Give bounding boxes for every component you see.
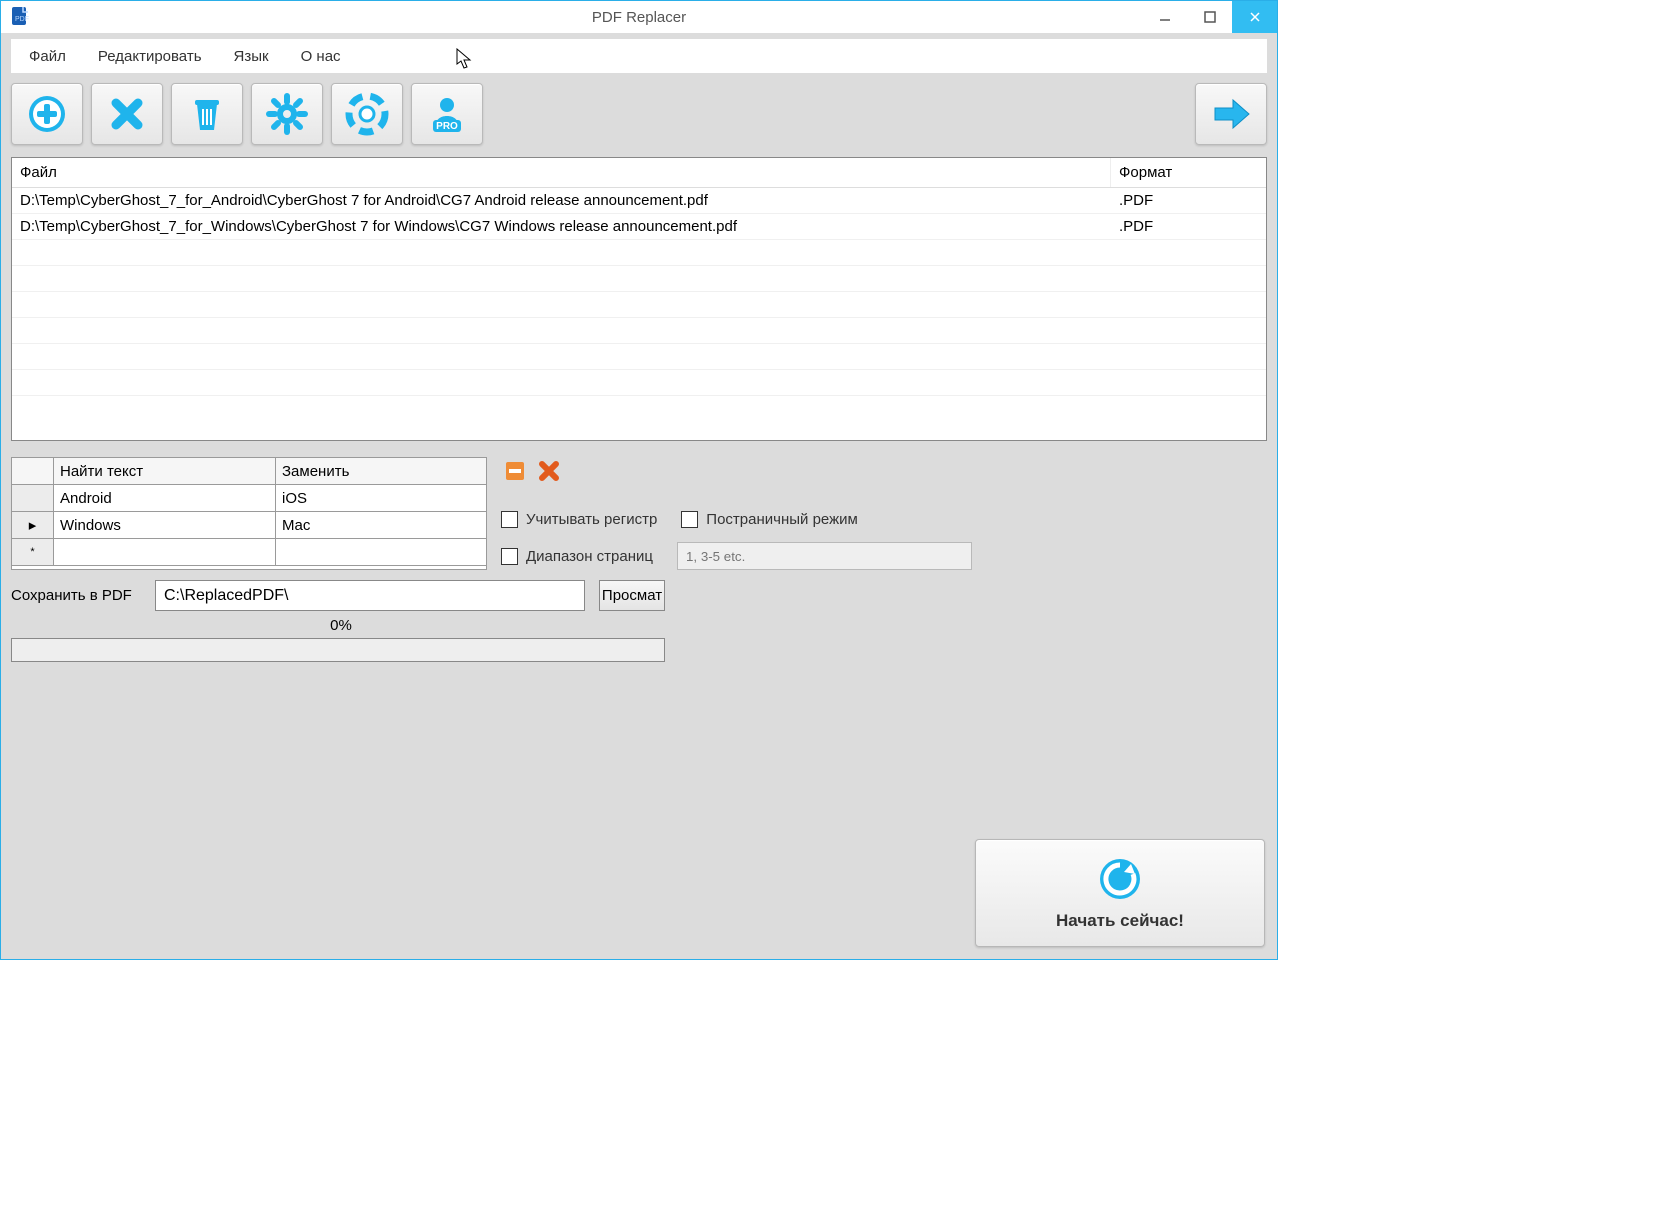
refresh-icon: [1097, 856, 1143, 907]
table-row[interactable]: D:\Temp\CyberGhost_7_for_Windows\CyberGh…: [12, 214, 1266, 240]
find-col-header[interactable]: Найти текст: [54, 458, 276, 485]
svg-text:PRO: PRO: [436, 121, 458, 132]
find-cell[interactable]: Android: [54, 485, 276, 512]
settings-button[interactable]: [251, 83, 323, 145]
find-cell[interactable]: Windows: [54, 512, 276, 539]
pro-button[interactable]: PRO: [411, 83, 483, 145]
start-button[interactable]: Начать сейчас!: [975, 839, 1265, 947]
row-marker-icon: ▸: [12, 512, 54, 539]
app-icon: PDF: [9, 5, 33, 29]
progress-bar: [11, 638, 665, 662]
close-button[interactable]: [1232, 1, 1277, 33]
titlebar: PDF PDF Replacer: [1, 1, 1277, 33]
menu-about[interactable]: О нас: [301, 48, 341, 65]
menu-file[interactable]: Файл: [29, 48, 66, 65]
browse-button[interactable]: Просмат: [599, 580, 665, 611]
add-button[interactable]: [11, 83, 83, 145]
replace-col-header[interactable]: Заменить: [276, 458, 486, 485]
window-title: PDF Replacer: [592, 9, 686, 26]
toolbar: PRO: [1, 73, 1277, 145]
table-row[interactable]: D:\Temp\CyberGhost_7_for_Android\CyberGh…: [12, 188, 1266, 214]
clear-rows-button[interactable]: [535, 457, 563, 485]
format-col-header[interactable]: Формат: [1111, 158, 1266, 187]
next-button[interactable]: [1195, 83, 1267, 145]
progress-pct: 0%: [11, 617, 671, 634]
save-path-input[interactable]: [155, 580, 585, 611]
range-input[interactable]: [677, 542, 972, 570]
delete-button[interactable]: [91, 83, 163, 145]
maximize-button[interactable]: [1187, 1, 1232, 33]
file-col-header[interactable]: Файл: [12, 158, 1111, 187]
minimize-button[interactable]: [1142, 1, 1187, 33]
replace-cell[interactable]: Mac: [276, 512, 486, 539]
remove-row-button[interactable]: [501, 457, 529, 485]
menu-lang[interactable]: Язык: [234, 48, 269, 65]
clear-button[interactable]: [171, 83, 243, 145]
new-row-marker-icon: *: [12, 539, 54, 566]
file-list[interactable]: Файл Формат D:\Temp\CyberGhost_7_for_And…: [11, 157, 1267, 441]
start-label: Начать сейчас!: [1056, 911, 1184, 931]
help-button[interactable]: [331, 83, 403, 145]
menubar: Файл Редактировать Язык О нас: [11, 39, 1267, 73]
range-checkbox[interactable]: Диапазон страниц: [501, 548, 653, 565]
svg-text:PDF: PDF: [15, 16, 29, 23]
menu-edit[interactable]: Редактировать: [98, 48, 202, 65]
replace-table[interactable]: Найти текст Заменить Android iOS ▸ Windo…: [11, 457, 487, 570]
save-label: Сохранить в PDF: [11, 587, 141, 604]
pagewise-checkbox[interactable]: Постраничный режим: [681, 511, 858, 528]
case-checkbox[interactable]: Учитывать регистр: [501, 511, 657, 528]
replace-cell[interactable]: iOS: [276, 485, 486, 512]
